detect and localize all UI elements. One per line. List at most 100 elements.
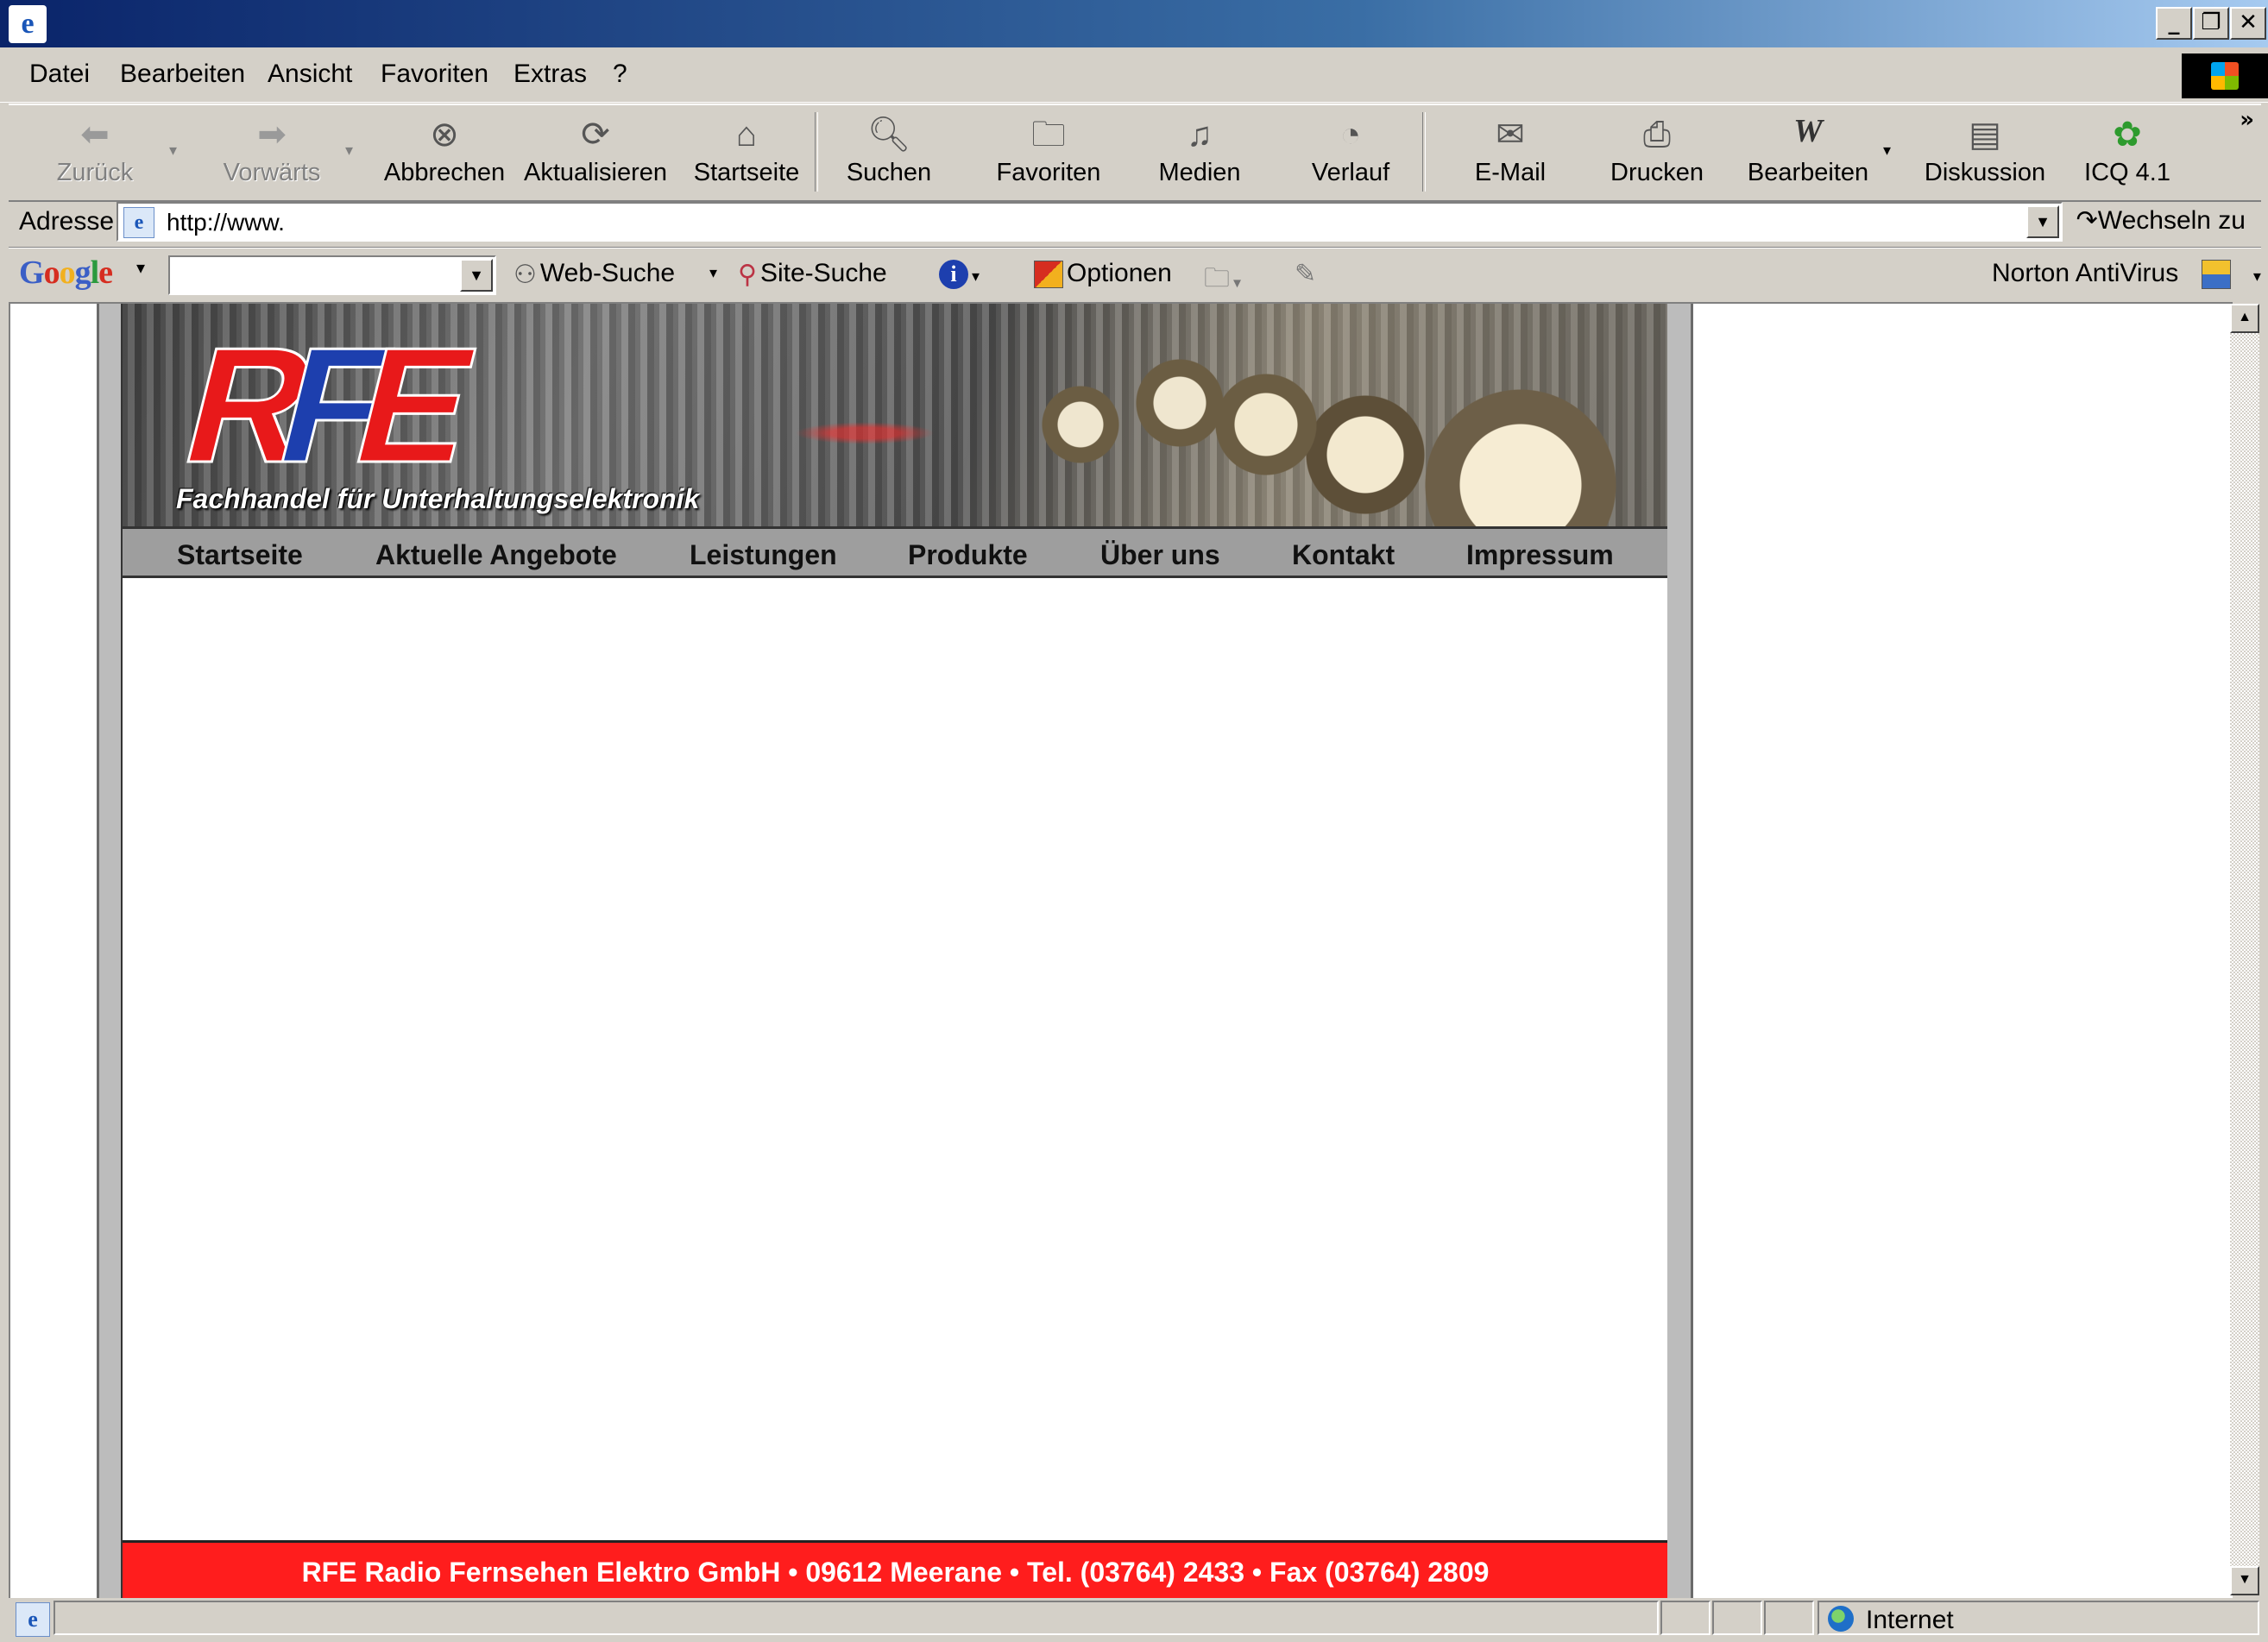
stop-label: Abbrechen <box>383 159 506 186</box>
print-label: Drucken <box>1610 159 1704 186</box>
rfe-website: RFE Fachhandel für Unterhaltungselektron… <box>121 304 1670 1598</box>
status-cell <box>1712 1601 1762 1635</box>
site-footer: RFE Radio Fernsehen Elektro GmbH • 09612… <box>123 1540 1668 1598</box>
menu-bearbeiten[interactable]: Bearbeiten <box>120 60 245 89</box>
web-search-dropdown-icon[interactable]: ▾ <box>709 264 717 282</box>
mail-button[interactable]: ✉ E-Mail <box>1454 112 1566 195</box>
menu-extras[interactable]: Extras <box>513 60 587 89</box>
right-border-stripe <box>1667 304 1693 1598</box>
favorites-label: Favoriten <box>996 159 1101 186</box>
back-button[interactable]: ⬅ Zurück <box>35 112 155 195</box>
forward-dropdown-icon[interactable]: ▾ <box>345 142 353 160</box>
forward-button[interactable]: ➡ Vorwärts <box>203 112 341 195</box>
status-page-icon: e <box>16 1602 50 1637</box>
nav-startseite[interactable]: Startseite <box>177 539 303 571</box>
minimize-button[interactable]: _ <box>2156 7 2192 40</box>
menu-bar: Datei Bearbeiten Ansicht Favoriten Extra… <box>0 47 2268 103</box>
header-banner: RFE Fachhandel für Unterhaltungselektron… <box>123 304 1668 526</box>
back-dropdown-icon[interactable]: ▾ <box>169 142 177 160</box>
menu-help[interactable]: ? <box>613 60 627 89</box>
refresh-button[interactable]: ⟳ Aktualisieren <box>518 112 673 195</box>
print-button[interactable]: ⎙ Drucken <box>1601 112 1713 195</box>
page-ie-icon: e <box>123 207 154 238</box>
content-area <box>123 578 1668 1540</box>
menu-favoriten[interactable]: Favoriten <box>381 60 488 89</box>
web-search-button[interactable]: ⚇ Web-Suche <box>513 259 675 290</box>
home-label: Startseite <box>693 159 800 186</box>
rfe-logo[interactable]: RFE <box>176 328 564 475</box>
history-clock-icon: ◔ <box>1339 116 1362 154</box>
google-toolbar: Google ▾ ▼ ⚇ Web-Suche ▾ ⚲ Site-Suche i ▾ O… <box>9 248 2261 300</box>
printer-icon: ⎙ <box>1643 116 1671 154</box>
google-menu-arrow-icon[interactable]: ▾ <box>136 257 145 279</box>
refresh-label: Aktualisieren <box>523 159 668 186</box>
history-label: Verlauf <box>1311 159 1390 186</box>
nav-ueber-uns[interactable]: Über uns <box>1100 539 1220 571</box>
highlight-pen-icon[interactable]: ✎ <box>1295 259 1316 289</box>
site-search-label: Site-Suche <box>759 259 887 287</box>
discussion-icon: ▤ <box>1969 116 2001 154</box>
address-dropdown-button[interactable]: ▼ <box>2026 205 2059 238</box>
nav-aktuelle-angebote[interactable]: Aktuelle Angebote <box>375 539 617 571</box>
menu-datei[interactable]: Datei <box>29 60 90 89</box>
home-button[interactable]: ⌂ Startseite <box>682 112 811 195</box>
options-button[interactable]: Optionen <box>1034 259 1172 289</box>
address-value[interactable]: http://www. <box>167 209 285 236</box>
nav-produkte[interactable]: Produkte <box>908 539 1028 571</box>
google-search-dropdown-button[interactable]: ▼ <box>460 259 493 292</box>
toolbar-separator <box>1422 112 1426 192</box>
stop-button[interactable]: ⊗ Abbrechen <box>375 112 513 195</box>
ie-icon[interactable]: e <box>9 5 47 43</box>
folder-button[interactable]: 🗀 ▾ <box>1204 259 1241 303</box>
norton-antivirus-button[interactable]: Norton AntiVirus ▾ <box>1992 259 2261 290</box>
word-edit-icon: W <box>1793 113 1823 149</box>
google-logo[interactable]: Google <box>19 254 113 292</box>
status-bar: e Internet <box>9 1599 2261 1639</box>
edit-label: Bearbeiten <box>1747 159 1869 186</box>
norton-label: Norton AntiVirus <box>1992 259 2179 287</box>
toolbar-overflow-chevron-icon[interactable]: » <box>2240 107 2254 133</box>
site-search-button[interactable]: ⚲ Site-Suche <box>738 259 887 290</box>
close-button[interactable]: ✕ <box>2230 7 2266 40</box>
title-bar[interactable]: e _ ❐ ✕ <box>0 0 2268 47</box>
restore-button[interactable]: ❐ <box>2193 7 2229 40</box>
search-label: Suchen <box>846 159 932 186</box>
standard-toolbar: ⬅ Zurück ▾ ➡ Vorwärts ▾ ⊗ Abbrechen ⟳ Ak… <box>9 104 2261 202</box>
windows-logo-icon <box>2182 53 2268 98</box>
search-button[interactable]: 🔍︎ Suchen <box>833 112 945 195</box>
options-icon <box>1034 261 1063 289</box>
browser-window: e _ ❐ ✕ Datei Bearbeiten Ansicht Favorit… <box>0 0 2268 1642</box>
nav-kontakt[interactable]: Kontakt <box>1292 539 1395 571</box>
page-viewport[interactable]: RFE Fachhandel für Unterhaltungselektron… <box>9 302 2233 1598</box>
page-info-button[interactable]: i ▾ <box>939 259 980 290</box>
nav-impressum[interactable]: Impressum <box>1466 539 1614 571</box>
address-label: Adresse <box>19 207 115 236</box>
discuss-button[interactable]: ▤ Diskussion <box>1912 112 2058 195</box>
icq-button[interactable]: ✿ ICQ 4.1 <box>2071 112 2183 195</box>
go-label: Wechseln zu <box>2097 206 2246 235</box>
google-search-input[interactable]: ▼ <box>168 255 496 295</box>
history-button[interactable]: ◔ Verlauf <box>1295 112 1407 195</box>
nav-leistungen[interactable]: Leistungen <box>690 539 837 571</box>
info-icon: i <box>939 260 968 290</box>
address-input[interactable]: e http://www. ▼ <box>117 202 2063 242</box>
vertical-scrollbar[interactable]: ▲ ▼ <box>2230 304 2259 1595</box>
scroll-up-button[interactable]: ▲ <box>2230 304 2259 333</box>
icq-label: ICQ 4.1 <box>2084 159 2170 186</box>
menu-ansicht[interactable]: Ansicht <box>268 60 352 89</box>
media-button[interactable]: ♫ Medien <box>1143 112 1256 195</box>
discuss-label: Diskussion <box>1924 159 2046 186</box>
back-label: Zurück <box>56 159 134 186</box>
globe-icon <box>1828 1606 1854 1632</box>
site-nav: Startseite Aktuelle Angebote Leistungen … <box>123 526 1668 578</box>
scroll-down-button[interactable]: ▼ <box>2230 1566 2259 1595</box>
edit-dropdown-icon[interactable]: ▾ <box>1883 142 1891 160</box>
go-button[interactable]: ↷Wechseln zu <box>2076 205 2246 236</box>
favorites-button[interactable]: 🗀 Favoriten <box>984 112 1113 195</box>
home-icon: ⌂ <box>735 116 758 154</box>
slogan: Fachhandel für Unterhaltungselektronik <box>176 483 700 514</box>
media-icon: ♫ <box>1187 116 1213 154</box>
logo-text: RFE <box>176 328 488 475</box>
edit-button[interactable]: W Bearbeiten <box>1739 112 1877 195</box>
security-zone-panel[interactable]: Internet <box>1818 1601 2259 1635</box>
